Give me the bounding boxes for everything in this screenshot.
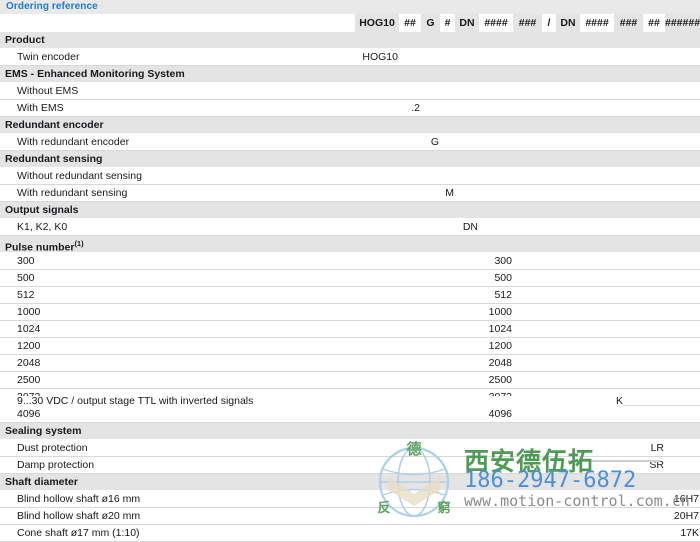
option-code-value: 3072 [488,391,512,403]
option-row[interactable]: 300 300 [0,253,700,270]
option-code-value: 20H7 [673,510,699,522]
option-code-value: 17K [680,527,699,539]
order-code-column-header: HOG10 [359,17,395,29]
option-row[interactable]: Twin encoder HOG10 [0,49,700,66]
option-code-value: LR [650,442,664,454]
category-row: Redundant encoder [0,117,700,134]
category-row: Pulse number(1) [0,236,700,254]
category-label: Redundant encoder [5,119,104,131]
option-code-value: 512 [494,289,512,301]
option-code-value: 4096 [488,408,512,420]
option-row[interactable]: 1200 1200 [0,338,700,355]
category-row: Sealing system [0,423,700,440]
option-row[interactable]: K1, K2, K0 DN [0,219,700,236]
option-row[interactable]: 1000 1000 [0,304,700,321]
option-row[interactable]: Blind hollow shaft ø16 mm 16H7 [0,491,700,508]
category-label: Output signals [5,204,79,216]
option-code-value: DN [462,221,478,233]
category-label: Sealing system [5,425,82,437]
option-code-value: 2048 [488,357,512,369]
category-label: Shaft diameter [5,476,78,488]
page-title: Ordering reference [6,1,98,12]
option-code-value: 1200 [488,340,512,352]
option-row[interactable]: With redundant encoder G [0,134,700,151]
category-label: Pulse number(1) [5,239,84,254]
order-code-column-header: DN [560,17,576,29]
option-code-value: 1000 [488,306,512,318]
category-label: EMS - Enhanced Monitoring System [5,68,185,80]
option-row[interactable]: Damp protection SR [0,457,700,474]
option-row[interactable]: 512 512 [0,287,700,304]
option-row[interactable]: With redundant sensing M [0,185,700,202]
order-code-column-header: # [444,17,451,29]
category-row: Product [0,32,700,49]
category-row: Shaft diameter [0,474,700,491]
order-code-column-header: G [426,17,435,29]
ordering-reference-title-bar: Ordering reference [0,0,700,15]
option-code-value: G [430,136,439,148]
category-row: Redundant sensing [0,151,700,168]
category-row: EMS - Enhanced Monitoring System [0,66,700,83]
option-row[interactable]: Cone shaft ø17 mm (1:10) 17K [0,525,700,542]
option-code-value: HOG10 [362,51,398,63]
footnote-marker: (1) [74,239,84,248]
order-code-column-header: ## [404,17,416,29]
order-code-column-header: ### [619,17,638,29]
option-row[interactable]: 500 500 [0,270,700,287]
order-code-header-row: HOG10 ## G # DN #### ### / DN #### ### ## ###### [0,14,700,33]
order-code-column-header: #### [484,17,508,29]
option-row[interactable]: Blind hollow shaft ø20 mm 20H7 [0,508,700,525]
order-code-column-header: ### [518,17,537,29]
category-label: Product [5,34,45,46]
option-code-value: 16H7 [673,493,699,505]
order-code-column-header: / [547,17,551,29]
option-row[interactable]: 2048 2048 [0,355,700,372]
option-row[interactable]: Without redundant sensing [0,168,700,185]
ordering-reference-table: Product Twin encoder HOG10 EMS - Enhanced M… [0,32,700,542]
option-row[interactable]: 1024 1024 [0,321,700,338]
option-row[interactable]: Dust protection LR [0,440,700,457]
option-row[interactable]: 2500 2500 [0,372,700,389]
option-row[interactable]: With EMS .2 [0,100,700,117]
option-row[interactable]: Without EMS [0,83,700,100]
option-label: Without EMS [17,85,79,97]
option-code-value: 1024 [488,323,512,335]
category-row: Output signals [0,202,700,219]
option-row[interactable]: 3072 3072 [0,389,700,406]
option-code-value: .2 [411,102,420,114]
order-code-column-header: #### [585,17,609,29]
option-code-value: 300 [494,255,512,267]
option-row[interactable]: 4096 4096 [0,406,700,423]
category-label: Redundant sensing [5,153,103,165]
option-code-value: 2500 [488,374,512,386]
option-label: Without redundant sensing [17,170,142,182]
order-code-column-header: ## [648,17,660,29]
option-code-value: M [445,187,454,199]
option-code-value: SR [649,459,664,471]
order-code-column-header: ###### [665,17,700,29]
order-code-column-header: DN [459,17,475,29]
option-code-value: 500 [494,272,512,284]
